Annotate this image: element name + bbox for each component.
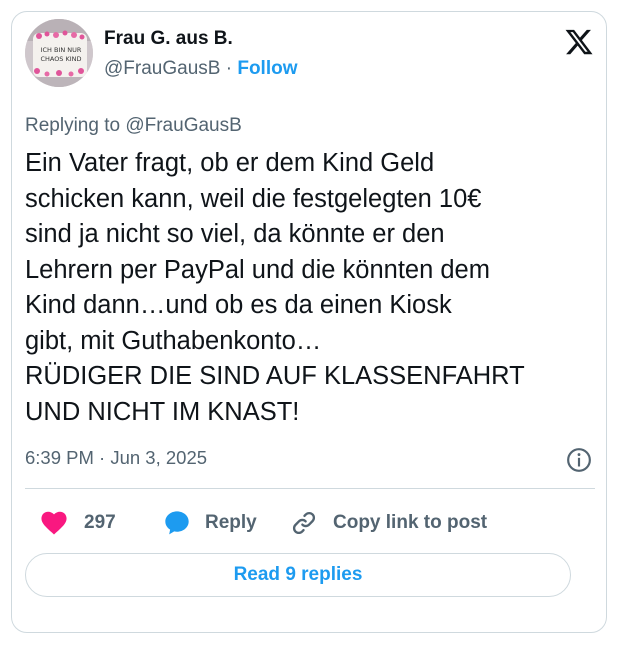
action-bar: 297 Reply Copy link to post [25, 505, 585, 541]
read-replies-button[interactable]: Read 9 replies [25, 553, 571, 597]
reply-bubble-icon [165, 511, 189, 535]
author-name[interactable]: Frau G. aus B. [104, 28, 233, 50]
timestamp[interactable]: 6:39 PM · Jun 3, 2025 [25, 447, 207, 469]
reply-button[interactable]: Reply [163, 505, 257, 541]
avatar-image: ICH BIN NUR CHAOS KIND [25, 19, 93, 87]
info-icon[interactable] [566, 447, 592, 473]
copy-link-button[interactable]: Copy link to post [290, 505, 487, 541]
tweet-text: Ein Vater fragt, ob er dem Kind Geld sch… [25, 149, 525, 426]
x-logo-icon[interactable] [564, 27, 594, 57]
divider [25, 488, 595, 489]
reply-label: Reply [205, 512, 257, 533]
replying-to[interactable]: Replying to @FrauGausB [25, 115, 242, 137]
like-button[interactable]: 297 [41, 505, 116, 541]
avatar-text-1: ICH BIN NUR [41, 46, 82, 54]
avatar-text-2: CHAOS KIND [40, 55, 81, 63]
author-handle[interactable]: @FrauGausB [104, 58, 220, 79]
copy-link-label: Copy link to post [333, 512, 488, 533]
follow-button[interactable]: Follow [237, 58, 297, 79]
link-icon [292, 511, 316, 535]
heart-icon [41, 511, 67, 535]
handle-row: @FrauGausB · Follow [104, 58, 298, 80]
like-count: 297 [84, 512, 116, 533]
separator-dot: · [225, 58, 233, 79]
avatar[interactable]: ICH BIN NUR CHAOS KIND [25, 19, 93, 87]
